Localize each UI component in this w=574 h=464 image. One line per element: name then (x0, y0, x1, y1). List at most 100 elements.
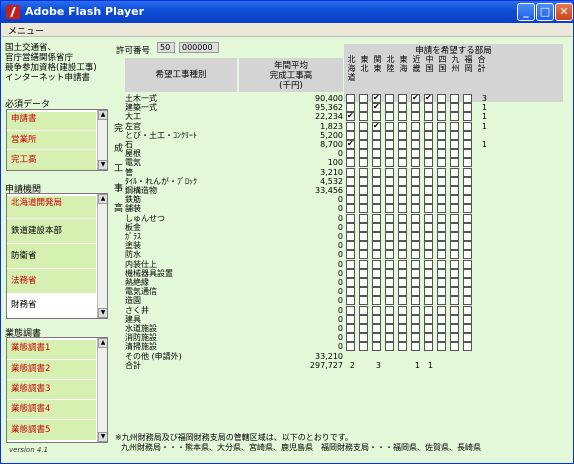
dept-checkbox[interactable] (424, 158, 433, 168)
dept-checkbox[interactable] (385, 195, 394, 205)
dept-checkbox[interactable] (346, 232, 355, 241)
list-item[interactable]: 業態調書4 (7, 400, 96, 419)
dept-checkbox[interactable] (424, 130, 433, 140)
dept-checkbox[interactable] (359, 314, 368, 324)
dept-checkbox[interactable] (398, 186, 407, 195)
dept-checkbox[interactable] (372, 176, 381, 186)
dept-checkbox[interactable] (411, 93, 420, 103)
list-item[interactable]: 業態調書2 (7, 360, 96, 379)
dept-checkbox[interactable] (372, 259, 381, 269)
dept-checkbox[interactable] (411, 259, 420, 269)
dept-checkbox[interactable] (372, 324, 381, 333)
permit-code-field[interactable]: 50 (157, 42, 175, 53)
dept-checkbox[interactable] (372, 268, 381, 278)
dept-checkbox[interactable] (424, 314, 433, 324)
dept-checkbox[interactable] (411, 121, 420, 131)
dept-checkbox[interactable] (450, 333, 459, 343)
dept-checkbox[interactable] (463, 186, 472, 195)
scroll-down-icon[interactable]: ▼ (98, 308, 107, 318)
dept-checkbox[interactable] (411, 167, 420, 177)
dept-checkbox[interactable] (398, 296, 407, 306)
dept-checkbox[interactable] (372, 287, 381, 297)
dept-checkbox[interactable] (437, 195, 446, 205)
dept-checkbox[interactable] (359, 158, 368, 168)
minimize-button[interactable]: _ (517, 3, 535, 21)
dept-checkbox[interactable] (346, 94, 355, 103)
dept-checkbox[interactable] (411, 130, 420, 140)
dept-checkbox[interactable] (463, 342, 472, 352)
dept-checkbox[interactable] (385, 167, 394, 177)
dept-checkbox[interactable] (437, 204, 446, 214)
dept-checkbox[interactable] (359, 213, 368, 223)
dept-checkbox[interactable] (437, 121, 446, 131)
dept-checkbox[interactable] (411, 268, 420, 278)
dept-checkbox[interactable] (424, 278, 433, 287)
dept-checkbox[interactable] (372, 342, 381, 352)
dept-checkbox[interactable] (359, 195, 368, 205)
dept-checkbox[interactable] (463, 149, 472, 159)
dept-checkbox[interactable] (411, 342, 420, 352)
list-item[interactable]: 法務省 (7, 269, 96, 293)
dept-checkbox[interactable] (450, 204, 459, 214)
dept-checkbox[interactable] (437, 149, 446, 159)
scroll-up-icon[interactable]: ▲ (98, 338, 107, 348)
dept-checkbox[interactable] (450, 186, 459, 195)
dept-checkbox[interactable] (463, 222, 472, 232)
dept-checkbox[interactable] (398, 250, 407, 260)
dept-checkbox[interactable] (385, 296, 394, 306)
dept-checkbox[interactable] (437, 342, 446, 352)
dept-checkbox[interactable] (398, 222, 407, 232)
dept-checkbox[interactable] (463, 296, 472, 306)
dept-checkbox[interactable] (398, 112, 407, 122)
dept-checkbox[interactable] (359, 232, 368, 241)
dept-checkbox[interactable] (346, 222, 355, 232)
dept-checkbox[interactable] (450, 305, 459, 315)
dept-checkbox[interactable] (372, 204, 381, 214)
dept-checkbox[interactable] (372, 250, 381, 260)
dept-checkbox[interactable] (359, 222, 368, 232)
dept-checkbox[interactable] (463, 305, 472, 315)
dept-checkbox[interactable] (437, 167, 446, 177)
list-item[interactable]: 鉄道建設本部 (7, 219, 96, 243)
dept-checkbox[interactable] (463, 158, 472, 168)
dept-checkbox[interactable] (385, 268, 394, 278)
dept-checkbox[interactable] (424, 342, 433, 352)
list-item[interactable]: 業態調書3 (7, 380, 96, 399)
dept-checkbox[interactable] (385, 324, 394, 333)
dept-checkbox[interactable] (346, 213, 355, 223)
dept-checkbox[interactable] (398, 324, 407, 333)
dept-checkbox[interactable] (463, 232, 472, 241)
dept-checkbox[interactable] (372, 195, 381, 205)
dept-checkbox[interactable] (346, 139, 355, 149)
dept-checkbox[interactable] (398, 204, 407, 214)
dept-checkbox[interactable] (359, 333, 368, 343)
dept-checkbox[interactable] (424, 176, 433, 186)
dept-checkbox[interactable] (450, 314, 459, 324)
dept-checkbox[interactable] (372, 140, 381, 149)
dept-checkbox[interactable] (424, 93, 433, 103)
dept-checkbox[interactable] (463, 103, 472, 113)
dept-checkbox[interactable] (450, 195, 459, 205)
dept-checkbox[interactable] (463, 324, 472, 333)
dept-checkbox[interactable] (385, 333, 394, 343)
dept-checkbox[interactable] (398, 333, 407, 343)
dept-checkbox[interactable] (385, 232, 394, 241)
dept-checkbox[interactable] (372, 278, 381, 287)
dept-checkbox[interactable] (450, 259, 459, 269)
dept-checkbox[interactable] (450, 112, 459, 122)
dept-checkbox[interactable] (437, 232, 446, 241)
dept-checkbox[interactable] (385, 259, 394, 269)
dept-checkbox[interactable] (424, 140, 433, 149)
dept-checkbox[interactable] (372, 305, 381, 315)
dept-checkbox[interactable] (346, 333, 355, 343)
dept-checkbox[interactable] (398, 268, 407, 278)
dept-checkbox[interactable] (437, 103, 446, 113)
dept-checkbox[interactable] (385, 278, 394, 287)
dept-checkbox[interactable] (463, 121, 472, 131)
scroll-up-icon[interactable]: ▲ (98, 110, 107, 120)
dept-checkbox[interactable] (359, 241, 368, 251)
dept-checkbox[interactable] (424, 112, 433, 122)
dept-checkbox[interactable] (359, 176, 368, 186)
dept-checkbox[interactable] (359, 112, 368, 122)
dept-checkbox[interactable] (424, 167, 433, 177)
